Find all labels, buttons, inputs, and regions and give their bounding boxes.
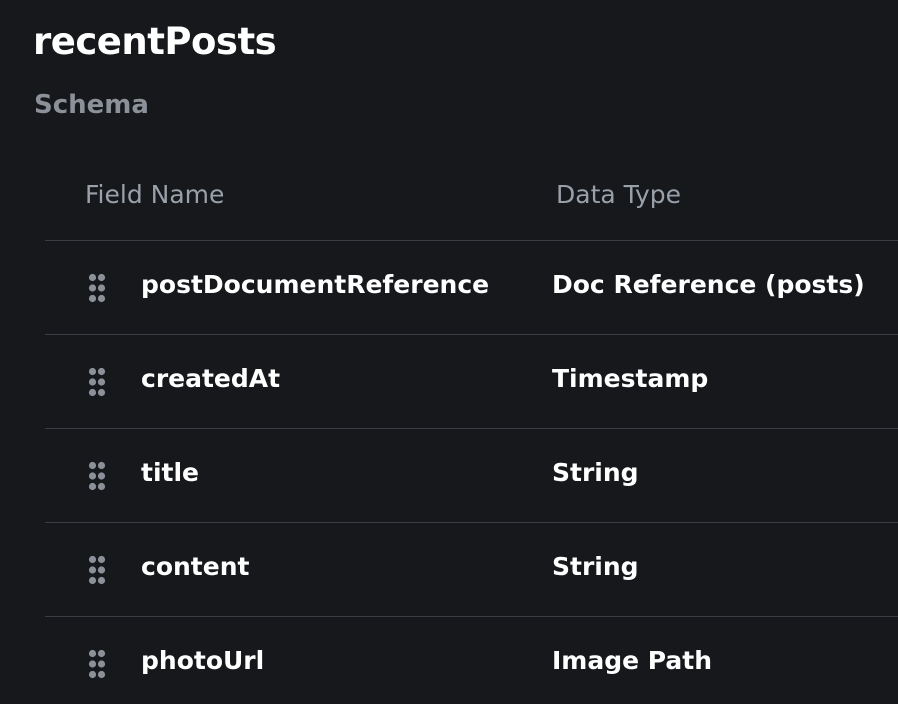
- drag-handle-icon[interactable]: [88, 555, 106, 585]
- column-header-data-type: Data Type: [556, 180, 682, 209]
- field-name[interactable]: postDocumentReference: [141, 270, 489, 299]
- field-type[interactable]: Timestamp: [552, 364, 708, 393]
- field-type[interactable]: Doc Reference (posts): [552, 270, 865, 299]
- field-type[interactable]: String: [552, 552, 639, 581]
- table-row[interactable]: photoUrl Image Path: [45, 617, 898, 704]
- field-name[interactable]: createdAt: [141, 364, 280, 393]
- field-name[interactable]: title: [141, 458, 199, 487]
- page-title: recentPosts: [33, 20, 277, 63]
- section-subtitle: Schema: [34, 90, 149, 120]
- drag-handle-icon[interactable]: [88, 649, 106, 679]
- table-row[interactable]: title String: [45, 429, 898, 523]
- drag-handle-icon[interactable]: [88, 367, 106, 397]
- field-name[interactable]: photoUrl: [141, 646, 264, 675]
- column-header-field-name: Field Name: [85, 180, 225, 209]
- field-type[interactable]: Image Path: [552, 646, 712, 675]
- schema-table: Field Name Data Type postDocumentReferen…: [45, 160, 898, 704]
- table-header: Field Name Data Type: [45, 160, 898, 241]
- table-row[interactable]: createdAt Timestamp: [45, 335, 898, 429]
- drag-handle-icon[interactable]: [88, 273, 106, 303]
- field-name[interactable]: content: [141, 552, 249, 581]
- drag-handle-icon[interactable]: [88, 461, 106, 491]
- table-row[interactable]: postDocumentReference Doc Reference (pos…: [45, 241, 898, 335]
- field-type[interactable]: String: [552, 458, 639, 487]
- table-row[interactable]: content String: [45, 523, 898, 617]
